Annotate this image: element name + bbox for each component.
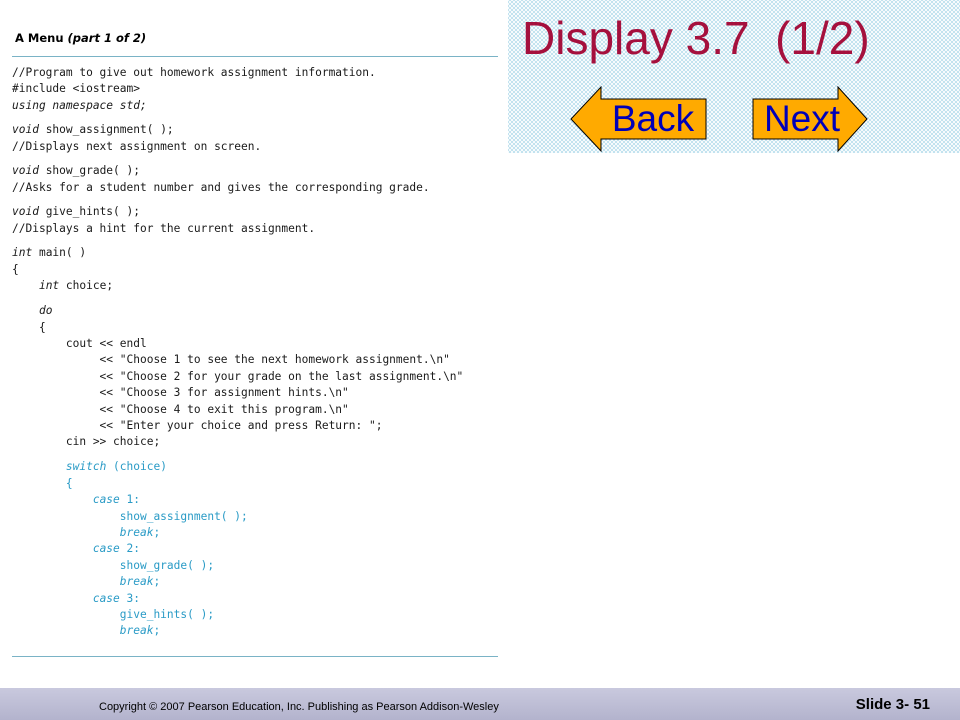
copyright-notice: Copyright © 2007 Pearson Education, Inc.… xyxy=(99,701,499,713)
code-line: { xyxy=(12,262,19,278)
code-line: case 3: xyxy=(12,591,140,607)
code-line: void show_assignment( ); xyxy=(12,122,174,138)
code-line: break; xyxy=(12,623,160,639)
code-keyword: int xyxy=(12,246,33,260)
code-keyword: break xyxy=(119,575,154,589)
code-line: << "Choose 1 to see the next homework as… xyxy=(12,352,450,368)
code-text: ; xyxy=(153,526,161,539)
code-line: void show_grade( ); xyxy=(12,163,140,179)
code-text: << "Choose 1 to see the next homework as… xyxy=(12,353,450,367)
slide-number: Slide 3- 51 xyxy=(855,696,930,713)
code-line: //Program to give out homework assignmen… xyxy=(12,65,376,81)
code-text: 2: xyxy=(119,542,140,556)
code-caption: A Menu (part 1 of 2) xyxy=(15,31,146,45)
code-line: show_assignment( ); xyxy=(12,509,248,525)
code-line: show_grade( ); xyxy=(12,558,214,574)
code-keyword: break xyxy=(119,624,154,638)
code-keyword: break xyxy=(119,526,154,539)
code-keyword: switch xyxy=(65,460,107,474)
code-keyword: void xyxy=(12,164,39,178)
code-text: << "Choose 2 for your grade on the last … xyxy=(12,369,464,383)
code-text: //Displays a hint for the current assign… xyxy=(12,221,316,235)
code-line: //Displays next assignment on screen. xyxy=(12,139,261,155)
slide-title: Display 3.7 (1/2) xyxy=(522,12,870,64)
code-keyword: using namespace std; xyxy=(12,98,147,112)
code-line: << "Choose 3 for assignment hints.\n" xyxy=(12,385,349,401)
code-text: cin >> choice; xyxy=(12,435,161,449)
next-button[interactable]: Next xyxy=(752,86,868,152)
code-text: 1: xyxy=(119,493,140,507)
code-text: (choice) xyxy=(106,460,167,474)
code-text: { xyxy=(12,262,19,276)
caption-rule xyxy=(12,56,498,57)
code-line: cout << endl xyxy=(12,336,147,352)
code-text: ; xyxy=(153,624,161,638)
code-text: show_grade( ); xyxy=(12,558,215,572)
code-text: //Program to give out homework assignmen… xyxy=(12,66,376,79)
code-line: void give_hints( ); xyxy=(12,204,140,220)
code-text: show_assignment( ); xyxy=(12,509,248,523)
code-text: //Asks for a student number and gives th… xyxy=(12,180,430,194)
code-text: #include <iostream> xyxy=(12,82,140,96)
code-line: case 2: xyxy=(12,541,140,557)
code-text: give_hints( ); xyxy=(38,205,140,219)
code-text: ; xyxy=(153,575,161,589)
code-line: { xyxy=(12,320,46,336)
code-text: 3: xyxy=(119,591,140,605)
code-caption-title: A Menu xyxy=(15,31,68,45)
code-text: << "Choose 3 for assignment hints.\n" xyxy=(12,386,349,400)
code-keyword: void xyxy=(12,123,39,137)
code-listing: A Menu (part 1 of 2) //Program to give o… xyxy=(12,28,500,658)
code-text: main( ) xyxy=(32,246,87,260)
code-text: show_assignment( ); xyxy=(38,123,174,137)
back-button-label: Back xyxy=(611,98,695,139)
next-button-label: Next xyxy=(763,98,841,139)
code-line: cin >> choice; xyxy=(12,434,160,450)
code-keyword: void xyxy=(12,205,39,219)
code-line: do xyxy=(12,303,52,319)
back-button[interactable]: Back xyxy=(570,86,708,152)
code-keyword: case xyxy=(92,591,120,605)
code-line: //Asks for a student number and gives th… xyxy=(12,180,430,196)
code-text: give_hints( ); xyxy=(12,608,215,621)
code-text: << "Choose 4 to exit this program.\n" xyxy=(12,402,349,416)
code-line: switch (choice) xyxy=(12,459,167,475)
code-caption-part: (part 1 of 2) xyxy=(67,31,147,45)
code-text: { xyxy=(12,476,73,490)
code-keyword: case xyxy=(92,493,120,507)
code-keyword: case xyxy=(92,542,120,556)
code-line: #include <iostream> xyxy=(12,81,140,97)
code-line: break; xyxy=(12,574,160,590)
code-line: << "Enter your choice and press Return: … xyxy=(12,418,383,434)
code-line: int main( ) xyxy=(12,245,86,261)
code-text: //Displays next assignment on screen. xyxy=(12,139,262,153)
code-line: case 1: xyxy=(12,492,140,508)
code-line: { xyxy=(12,476,73,492)
code-line: << "Choose 4 to exit this program.\n" xyxy=(12,402,349,418)
code-line: //Displays a hint for the current assign… xyxy=(12,221,315,237)
code-line: int choice; xyxy=(12,278,113,294)
code-line: << "Choose 2 for your grade on the last … xyxy=(12,369,464,385)
code-keyword: do xyxy=(38,304,53,318)
listing-bottom-rule xyxy=(12,656,498,657)
slide-footer: Copyright © 2007 Pearson Education, Inc.… xyxy=(0,688,960,720)
code-line: give_hints( ); xyxy=(12,607,214,623)
code-text: cout << endl xyxy=(12,337,147,350)
code-text: << "Enter your choice and press Return: … xyxy=(12,419,383,432)
code-line: break; xyxy=(12,525,160,541)
code-text: choice; xyxy=(59,279,114,293)
code-text: show_grade( ); xyxy=(38,164,140,178)
code-text: { xyxy=(12,320,46,334)
code-keyword: int xyxy=(38,279,60,293)
code-line: using namespace std; xyxy=(12,98,147,114)
